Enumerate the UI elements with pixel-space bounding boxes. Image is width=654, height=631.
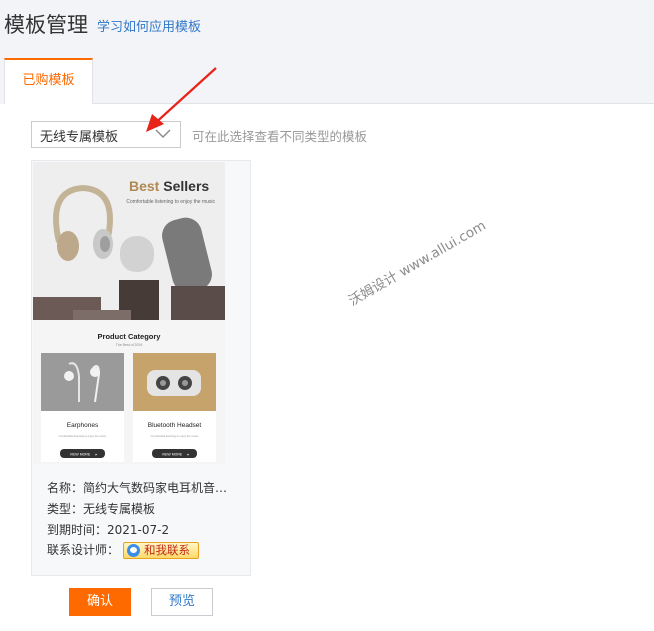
page-header: 模板管理 学习如何应用模板 已购模板 xyxy=(0,0,654,104)
template-preview-image: Best Sellers Comfortable listening to en… xyxy=(33,162,225,464)
select-value: 无线专属模板 xyxy=(40,130,119,145)
name-label: 名称： xyxy=(47,481,84,495)
type-value: 无线专属模板 xyxy=(83,502,156,516)
preview-button[interactable]: 预览 xyxy=(151,588,213,616)
contact-designer-button[interactable]: 和我联系 xyxy=(123,542,200,559)
preview-headline: Best Sellers xyxy=(129,178,209,194)
tab-purchased-templates[interactable]: 已购模板 xyxy=(4,58,93,104)
svg-text:▸: ▸ xyxy=(96,453,98,457)
preview-product-desc: Comfortable listening to enjoy the music xyxy=(59,434,107,438)
preview-view-more: VIEW MORE xyxy=(162,453,183,457)
expiry-value: 2021-07-2 xyxy=(107,523,170,537)
template-contact: 联系设计师： 和我联系 xyxy=(47,541,200,559)
annotation-arrow-icon xyxy=(146,67,217,132)
preview-section-sub: The Best of 2019 xyxy=(116,343,143,347)
template-type: 类型：无线专属模板 xyxy=(47,500,155,517)
preview-product-desc: Comfortable listening to enjoy the music xyxy=(151,434,199,438)
qq-icon xyxy=(127,544,141,557)
template-card[interactable]: Best Sellers Comfortable listening to en… xyxy=(31,160,251,576)
page-title: 模板管理 xyxy=(4,13,88,37)
expiry-label: 到期时间： xyxy=(47,523,108,537)
contact-label: 联系设计师： xyxy=(47,543,120,557)
preview-product-name: Bluetooth Headset xyxy=(148,422,202,429)
preview-tagline: Comfortable listening to enjoy the music xyxy=(126,199,215,205)
contact-button-label: 和我联系 xyxy=(144,543,191,557)
svg-text:▸: ▸ xyxy=(188,453,190,457)
preview-view-more: VIEW MORE xyxy=(70,453,91,457)
preview-section-title: Product Category xyxy=(98,332,162,341)
template-name: 名称：简约大气数码家电耳机音… xyxy=(47,479,227,496)
template-expiry: 到期时间：2021-07-2 xyxy=(47,521,169,538)
type-label: 类型： xyxy=(47,502,84,516)
preview-product-name: Earphones xyxy=(67,422,99,429)
watermark: 沃姆设计 www.allui.com xyxy=(346,217,489,310)
help-link[interactable]: 学习如何应用模板 xyxy=(97,16,201,35)
name-value: 简约大气数码家电耳机音… xyxy=(83,481,228,495)
confirm-button[interactable]: 确认 xyxy=(69,588,131,616)
